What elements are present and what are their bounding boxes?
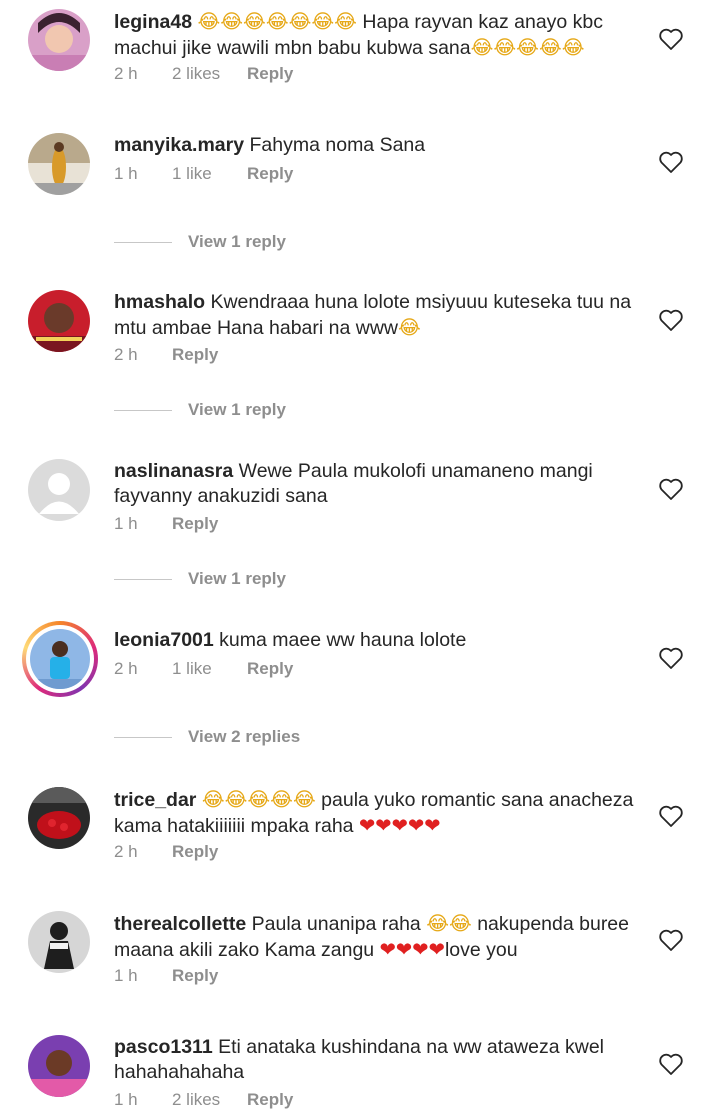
username[interactable]: trice_dar <box>114 789 196 811</box>
laughing-emoji: 😂😂 <box>426 912 472 935</box>
username[interactable]: hmashalo <box>114 291 205 313</box>
story-avatar[interactable] <box>22 621 98 697</box>
reply-button[interactable]: Reply <box>172 842 218 862</box>
reply-button[interactable]: Reply <box>172 345 218 365</box>
comment-text: trice_dar 😂😂😂😂😂 paula yuko romantic sana… <box>114 787 642 839</box>
like-count[interactable]: 1 like <box>172 659 247 679</box>
red-heart-emoji: ❤❤❤❤❤ <box>358 814 441 837</box>
comment-meta: 2 h Reply <box>114 345 218 365</box>
timestamp: 2 h <box>114 345 138 364</box>
comment-meta: 1 h Reply <box>114 966 218 986</box>
comment-body: Paula unanipa raha <box>251 913 427 935</box>
avatar[interactable] <box>28 133 90 195</box>
comment-meta: 2 h 1 like Reply <box>114 659 293 679</box>
comment-text: therealcollette Paula unanipa raha 😂😂 na… <box>114 911 642 963</box>
view-replies-button[interactable]: View 1 reply <box>114 569 286 589</box>
timestamp: 1 h <box>114 966 138 985</box>
comment-text: naslinanasra Wewe Paula mukolofi unamane… <box>114 459 642 509</box>
laughing-emoji: 😂😂😂😂😂 <box>201 788 316 811</box>
divider <box>114 241 172 243</box>
reply-button[interactable]: Reply <box>247 64 293 84</box>
reply-button[interactable]: Reply <box>247 659 293 679</box>
avatar[interactable] <box>28 459 90 521</box>
like-count[interactable]: 2 likes <box>172 1090 247 1110</box>
like-heart-icon[interactable] <box>658 27 684 51</box>
like-heart-icon[interactable] <box>658 804 684 828</box>
view-replies-label: View 1 reply <box>188 569 286 588</box>
like-count[interactable]: 2 likes <box>172 64 247 84</box>
avatar[interactable] <box>28 787 90 849</box>
like-heart-icon[interactable] <box>658 928 684 952</box>
comment-meta: 1 h Reply <box>114 514 218 534</box>
avatar <box>26 625 94 693</box>
username[interactable]: leonia7001 <box>114 629 214 651</box>
view-replies-button[interactable]: View 2 replies <box>114 727 300 747</box>
comment-text: leonia7001 kuma maee ww hauna lolote <box>114 628 642 653</box>
divider <box>114 736 172 738</box>
comment-body: love you <box>444 939 518 961</box>
laughing-emoji: 😂 <box>397 316 421 339</box>
comment-meta: 1 h 2 likes Reply <box>114 1090 293 1110</box>
comment-body: Fahyma noma Sana <box>249 134 426 156</box>
reply-button[interactable]: Reply <box>172 966 218 986</box>
like-heart-icon[interactable] <box>658 1052 684 1076</box>
comment-meta: 2 h Reply <box>114 842 218 862</box>
username[interactable]: pasco1311 <box>114 1036 213 1058</box>
timestamp: 2 h <box>114 659 138 678</box>
reply-button[interactable]: Reply <box>247 164 293 184</box>
username[interactable]: naslinanasra <box>114 460 233 482</box>
view-replies-label: View 2 replies <box>188 727 301 746</box>
view-replies-label: View 1 reply <box>188 232 286 251</box>
username[interactable]: manyika.mary <box>114 134 244 156</box>
like-count[interactable]: 1 like <box>172 164 247 184</box>
divider <box>114 409 172 411</box>
avatar[interactable] <box>28 1035 90 1097</box>
timestamp: 1 h <box>114 164 138 183</box>
comment-text: hmashalo Kwendraaa huna lolote msiyuuu k… <box>114 290 642 341</box>
username[interactable]: legina48 <box>114 11 192 33</box>
reply-button[interactable]: Reply <box>247 1090 293 1110</box>
avatar[interactable] <box>28 9 90 71</box>
avatar[interactable] <box>28 911 90 973</box>
view-replies-label: View 1 reply <box>188 400 286 419</box>
comment-text: manyika.mary Fahyma noma Sana <box>114 133 642 158</box>
timestamp: 1 h <box>114 514 138 533</box>
timestamp: 1 h <box>114 1090 138 1109</box>
red-heart-emoji: ❤❤❤❤ <box>379 938 445 961</box>
timestamp: 2 h <box>114 842 138 861</box>
view-replies-button[interactable]: View 1 reply <box>114 400 286 420</box>
reply-button[interactable]: Reply <box>172 514 218 534</box>
comment-body: kuma maee ww hauna lolote <box>219 629 467 651</box>
comment-text: legina48 😂😂😂😂😂😂😂 Hapa rayvan kaz anayo k… <box>114 9 642 61</box>
like-heart-icon[interactable] <box>658 646 684 670</box>
laughing-emoji: 😂😂😂😂😂😂😂 <box>197 10 357 33</box>
timestamp: 2 h <box>114 64 138 83</box>
comment-text: pasco1311 Eti anataka kushindana na ww a… <box>114 1035 642 1085</box>
avatar[interactable] <box>28 290 90 352</box>
view-replies-button[interactable]: View 1 reply <box>114 232 286 252</box>
username[interactable]: therealcollette <box>114 913 246 935</box>
comment-meta: 1 h 1 like Reply <box>114 164 293 184</box>
divider <box>114 578 172 580</box>
comment-meta: 2 h 2 likes Reply <box>114 64 293 84</box>
laughing-emoji: 😂😂😂😂😂 <box>470 36 585 59</box>
like-heart-icon[interactable] <box>658 308 684 332</box>
like-heart-icon[interactable] <box>658 477 684 501</box>
like-heart-icon[interactable] <box>658 150 684 174</box>
